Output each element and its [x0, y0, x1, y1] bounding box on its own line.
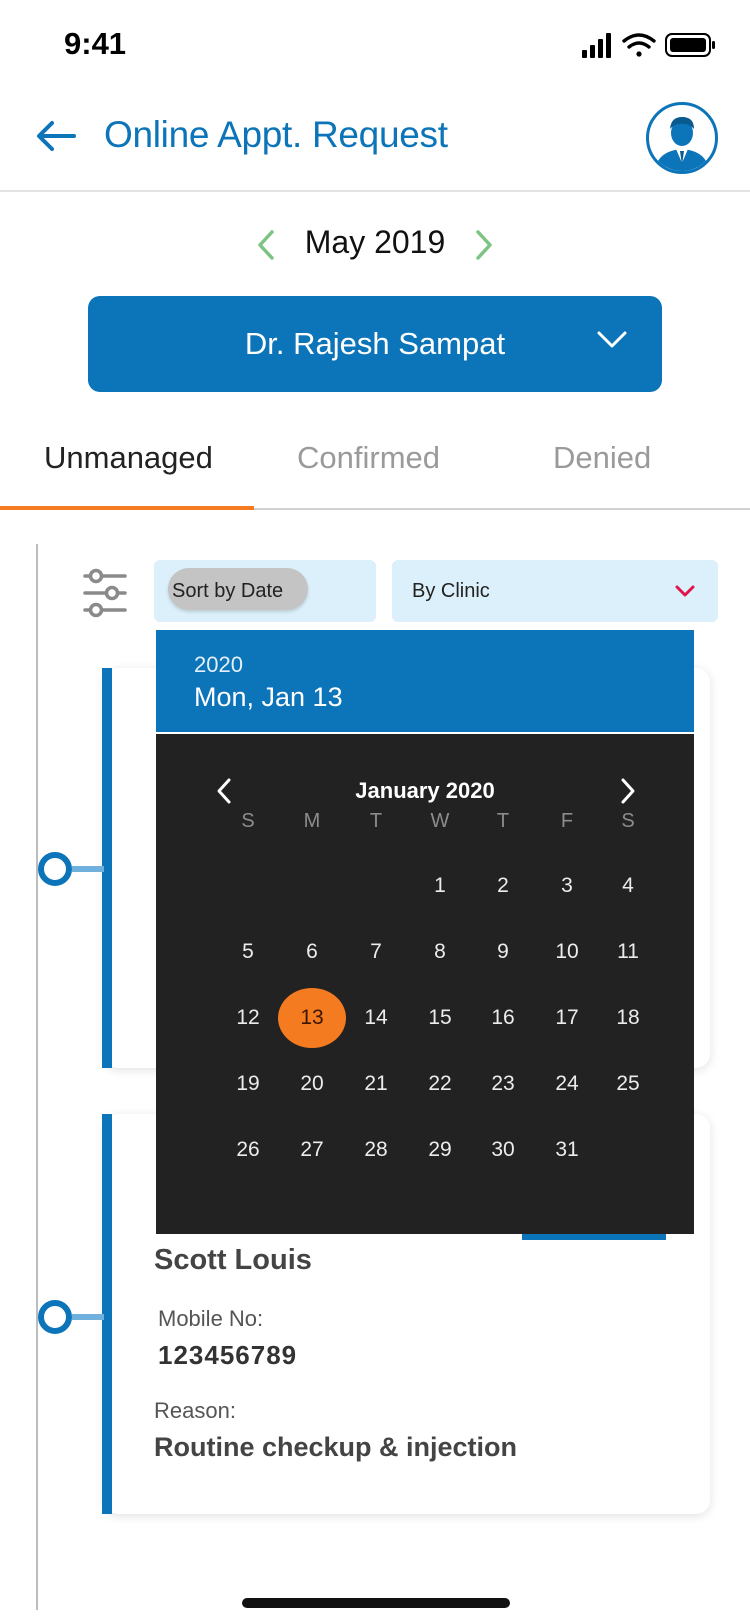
status-icons: [582, 33, 715, 58]
tab-unmanaged[interactable]: Unmanaged: [44, 440, 213, 476]
sort-by-date-select[interactable]: Sort by Date: [154, 560, 376, 622]
calendar-day[interactable]: 18: [598, 994, 658, 1042]
cellular-signal-icon: [582, 33, 611, 58]
calendar-day[interactable]: 19: [218, 1060, 278, 1108]
wifi-icon: [622, 33, 656, 57]
date-picker-year[interactable]: 2020: [194, 652, 243, 678]
calendar-day[interactable]: 12: [218, 994, 278, 1042]
month-label: May 2019: [304, 224, 446, 260]
sliders-icon[interactable]: [82, 568, 128, 618]
calendar-day[interactable]: 17: [537, 994, 597, 1042]
calendar-day[interactable]: 21: [346, 1060, 406, 1108]
calendar-day[interactable]: 25: [598, 1060, 658, 1108]
reason-value: Routine checkup & injection: [154, 1432, 518, 1462]
calendar-day[interactable]: 5: [218, 928, 278, 976]
doctor-name: Dr. Rajesh Sampat: [244, 326, 506, 361]
battery-icon: [665, 33, 715, 57]
calendar-day-selected[interactable]: 13: [278, 988, 346, 1048]
calendar-day[interactable]: 23: [473, 1060, 533, 1108]
avatar-figure: [655, 117, 709, 171]
status-bar: 9:41: [0, 0, 750, 90]
page-title: Online Appt. Request: [104, 114, 448, 155]
calendar-day[interactable]: 7: [346, 928, 406, 976]
chevron-right-icon[interactable]: [472, 228, 496, 262]
mobile-label: Mobile No:: [158, 1306, 264, 1331]
app-header: Online Appt. Request: [0, 90, 750, 192]
month-navigator: May 2019: [0, 220, 750, 270]
date-picker-header: 2020 Mon, Jan 13: [156, 630, 694, 732]
calendar-day[interactable]: 16: [473, 994, 533, 1042]
timeline-node: [38, 1300, 72, 1334]
chevron-down-icon: [597, 331, 627, 348]
calendar-day[interactable]: 26: [218, 1126, 278, 1174]
weekday-label: S: [621, 810, 635, 832]
calendar-day[interactable]: 10: [537, 928, 597, 976]
weekday-label: F: [560, 810, 574, 832]
user-avatar-icon[interactable]: [646, 102, 718, 174]
calendar-day[interactable]: 30: [473, 1126, 533, 1174]
calendar-day[interactable]: 20: [282, 1060, 342, 1108]
arrow-left-icon[interactable]: [34, 114, 78, 158]
timeline-connector: [72, 1314, 104, 1320]
calendar-day[interactable]: 22: [410, 1060, 470, 1108]
sort-label: Sort by Date: [172, 580, 284, 602]
calendar-day[interactable]: 3: [537, 862, 597, 910]
timeline-connector: [72, 866, 104, 872]
clinic-filter-select[interactable]: By Clinic: [392, 560, 718, 622]
clinic-label: By Clinic: [412, 580, 490, 602]
doctor-select[interactable]: Dr. Rajesh Sampat: [88, 296, 662, 392]
calendar-day[interactable]: 31: [537, 1126, 597, 1174]
weekday-label: T: [369, 810, 383, 832]
calendar-day[interactable]: 28: [346, 1126, 406, 1174]
calendar-day[interactable]: 1: [410, 862, 470, 910]
calendar-day[interactable]: 15: [410, 994, 470, 1042]
weekday-label: T: [496, 810, 510, 832]
reason-label: Reason:: [154, 1398, 236, 1423]
date-picker-selected-date: Mon, Jan 13: [194, 682, 343, 712]
calendar-day[interactable]: 2: [473, 862, 533, 910]
date-picker-month-title: January 2020: [355, 778, 495, 803]
chevron-right-icon[interactable]: [618, 776, 638, 806]
chevron-left-icon[interactable]: [254, 228, 278, 262]
calendar-day[interactable]: 29: [410, 1126, 470, 1174]
active-tab-indicator: [0, 506, 254, 510]
weekday-label: M: [303, 810, 321, 832]
calendar-day[interactable]: 4: [598, 862, 658, 910]
weekday-label: W: [430, 810, 450, 832]
tab-confirmed[interactable]: Confirmed: [297, 440, 440, 476]
calendar-day[interactable]: 27: [282, 1126, 342, 1174]
chevron-down-icon: [675, 585, 695, 597]
calendar-day[interactable]: 9: [473, 928, 533, 976]
home-indicator: [242, 1598, 510, 1608]
calendar-day[interactable]: 24: [537, 1060, 597, 1108]
tab-denied[interactable]: Denied: [553, 440, 651, 476]
patient-name: Scott Louis: [154, 1244, 312, 1276]
calendar-day[interactable]: 6: [282, 928, 342, 976]
calendar-day[interactable]: 14: [346, 994, 406, 1042]
status-time: 9:41: [64, 26, 127, 61]
mobile-value: 123456789: [158, 1340, 298, 1370]
calendar-day[interactable]: 11: [598, 928, 658, 976]
weekday-label: S: [241, 810, 255, 832]
status-tabs: Unmanaged Confirmed Denied: [0, 430, 750, 510]
timeline-line: [36, 544, 38, 1610]
date-picker-calendar: January 2020 S M T W T F S 1 2 3 4 5 6 7 8 9 10 11 12 13 14 1…: [156, 734, 694, 1234]
timeline-node: [38, 852, 72, 886]
calendar-day[interactable]: 8: [410, 928, 470, 976]
